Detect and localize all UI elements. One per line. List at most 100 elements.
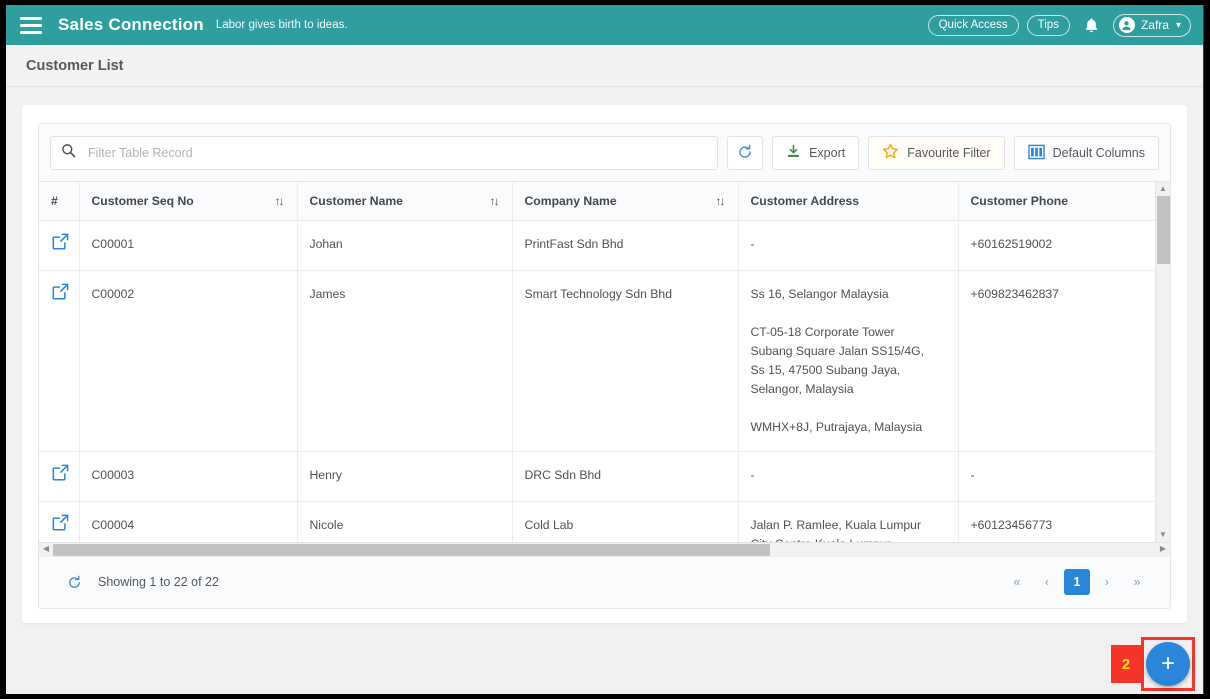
column-header-customer-address: Customer Address: [738, 182, 959, 221]
row-open-cell[interactable]: [39, 270, 80, 452]
refresh-button[interactable]: [727, 136, 764, 170]
table-header-row: # Customer Seq No ↑↓ Customer Name ↑↓ Co…: [39, 182, 1170, 221]
cell-customer-seq-no: C00001: [79, 220, 298, 271]
brand-tagline: Labor gives birth to ideas.: [215, 19, 348, 31]
user-name: Zafra: [1140, 18, 1169, 32]
column-header-customer-seq-no[interactable]: Customer Seq No ↑↓: [79, 182, 298, 221]
table-footer: Showing 1 to 22 of 22 « ‹ 1 › »: [39, 555, 1170, 608]
table-row: C00004 Nicole Cold Lab Jalan P. Ramlee, …: [39, 501, 1170, 542]
brand-title: Sales Connection: [58, 15, 204, 34]
row-open-cell[interactable]: [39, 501, 80, 542]
plus-icon: +: [1160, 650, 1175, 677]
open-external-icon[interactable]: [52, 233, 69, 256]
search-input[interactable]: [76, 137, 718, 169]
favourite-filter-button[interactable]: Favourite Filter: [868, 136, 1005, 170]
sort-icon[interactable]: ↑↓: [275, 194, 285, 208]
cell-customer-address: -: [738, 220, 959, 271]
customer-table: # Customer Seq No ↑↓ Customer Name ↑↓ Co…: [39, 182, 1170, 542]
table-panel: Export Favourite Filter: [38, 123, 1171, 609]
column-label: Customer Address: [750, 194, 860, 208]
cell-customer-phone: +609823462837: [958, 270, 1170, 452]
refresh-icon: [737, 144, 753, 163]
table-row: C00001 Johan PrintFast Sdn Bhd - +601625…: [39, 220, 1170, 271]
table-header: # Customer Seq No ↑↓ Customer Name ↑↓ Co…: [39, 182, 1170, 221]
quick-access-button[interactable]: Quick Access: [927, 14, 1019, 36]
default-columns-button[interactable]: Default Columns: [1013, 136, 1159, 170]
cell-customer-address: Ss 16, Selangor Malaysia CT-05-18 Corpor…: [738, 270, 959, 452]
cell-customer-phone: +60123456773: [958, 501, 1170, 542]
vertical-scroll-thumb[interactable]: [1157, 196, 1170, 264]
cell-customer-seq-no: C00003: [79, 451, 298, 502]
cell-customer-phone: +60162519002: [958, 220, 1170, 271]
content-card: Export Favourite Filter: [22, 105, 1187, 623]
cell-company-name: DRC Sdn Bhd: [512, 451, 739, 502]
column-header-customer-phone: Customer Phone: [958, 182, 1170, 221]
horizontal-scroll-thumb[interactable]: [53, 543, 770, 556]
table-toolbar: Export Favourite Filter: [39, 124, 1170, 181]
bell-icon[interactable]: [1084, 17, 1099, 34]
chevron-down-icon: ▾: [1175, 19, 1181, 31]
cell-customer-address: Jalan P. Ramlee, Kuala Lumpur City Centr…: [738, 501, 959, 542]
pagination-last[interactable]: »: [1124, 569, 1150, 595]
table-row: C00003 Henry DRC Sdn Bhd - -: [39, 451, 1170, 502]
search-icon: [61, 143, 76, 163]
pagination: « ‹ 1 › »: [1004, 569, 1150, 596]
footer-refresh-icon[interactable]: [67, 575, 82, 590]
column-label: Customer Seq No: [91, 194, 194, 208]
row-open-cell[interactable]: [39, 451, 80, 502]
favourite-filter-label: Favourite Filter: [907, 146, 991, 160]
vertical-scrollbar[interactable]: ▲ ▼: [1155, 182, 1170, 542]
cell-customer-name: James: [297, 270, 513, 452]
annotation-step-number: 2: [1111, 645, 1141, 683]
open-external-icon[interactable]: [52, 464, 69, 487]
cell-customer-seq-no: C00002: [79, 270, 298, 452]
open-external-icon[interactable]: [52, 514, 69, 537]
table-body: C00001 Johan PrintFast Sdn Bhd - +601625…: [39, 220, 1170, 542]
open-external-icon[interactable]: [52, 283, 69, 306]
column-header-customer-name[interactable]: Customer Name ↑↓: [297, 182, 513, 221]
cell-customer-address: -: [738, 451, 959, 502]
horizontal-scrollbar[interactable]: ◀ ▶: [39, 541, 1170, 556]
column-header-index: #: [39, 182, 80, 221]
column-header-company-name[interactable]: Company Name ↑↓: [512, 182, 739, 221]
pagination-next[interactable]: ›: [1094, 569, 1120, 595]
pagination-page-1[interactable]: 1: [1064, 569, 1090, 596]
vertical-scroll-track[interactable]: [1156, 196, 1170, 528]
page-content: Export Favourite Filter: [6, 87, 1203, 694]
sort-icon[interactable]: ↑↓: [716, 194, 726, 208]
cell-customer-seq-no: C00004: [79, 501, 298, 542]
download-icon: [786, 144, 801, 162]
column-label: Customer Phone: [970, 194, 1069, 208]
column-label: #: [51, 194, 58, 208]
star-icon: [882, 143, 899, 163]
annotation-highlight-box: +: [1141, 637, 1195, 691]
cell-customer-name: Henry: [297, 451, 513, 502]
export-button[interactable]: Export: [772, 136, 860, 170]
showing-text: Showing 1 to 22 of 22: [98, 575, 219, 590]
scroll-right-icon[interactable]: ▶: [1156, 545, 1170, 553]
tips-button[interactable]: Tips: [1026, 14, 1070, 36]
cell-company-name: Cold Lab: [512, 501, 739, 542]
cell-company-name: PrintFast Sdn Bhd: [512, 220, 739, 271]
sort-icon[interactable]: ↑↓: [490, 194, 500, 208]
column-label: Company Name: [524, 194, 617, 208]
top-navbar: Sales Connection Labor gives birth to id…: [6, 5, 1203, 45]
user-menu[interactable]: Zafra ▾: [1112, 13, 1191, 37]
hamburger-icon[interactable]: [20, 16, 42, 34]
pagination-prev[interactable]: ‹: [1034, 569, 1060, 595]
cell-customer-phone: -: [958, 451, 1170, 502]
export-label: Export: [809, 146, 846, 160]
row-open-cell[interactable]: [39, 220, 80, 271]
scroll-left-icon[interactable]: ◀: [39, 545, 53, 553]
pagination-first[interactable]: «: [1004, 569, 1030, 595]
page-title: Customer List: [26, 57, 124, 74]
horizontal-scroll-track[interactable]: [53, 543, 1156, 556]
add-customer-button[interactable]: +: [1146, 642, 1190, 686]
table-row: C00002 James Smart Technology Sdn Bhd Ss…: [39, 270, 1170, 452]
search-box[interactable]: [50, 136, 719, 170]
scroll-down-icon[interactable]: ▼: [1159, 528, 1167, 542]
cell-customer-name: Johan: [297, 220, 513, 271]
page-title-bar: Customer List: [6, 45, 1203, 87]
scroll-up-icon[interactable]: ▲: [1159, 182, 1167, 196]
cell-company-name: Smart Technology Sdn Bhd: [512, 270, 739, 452]
